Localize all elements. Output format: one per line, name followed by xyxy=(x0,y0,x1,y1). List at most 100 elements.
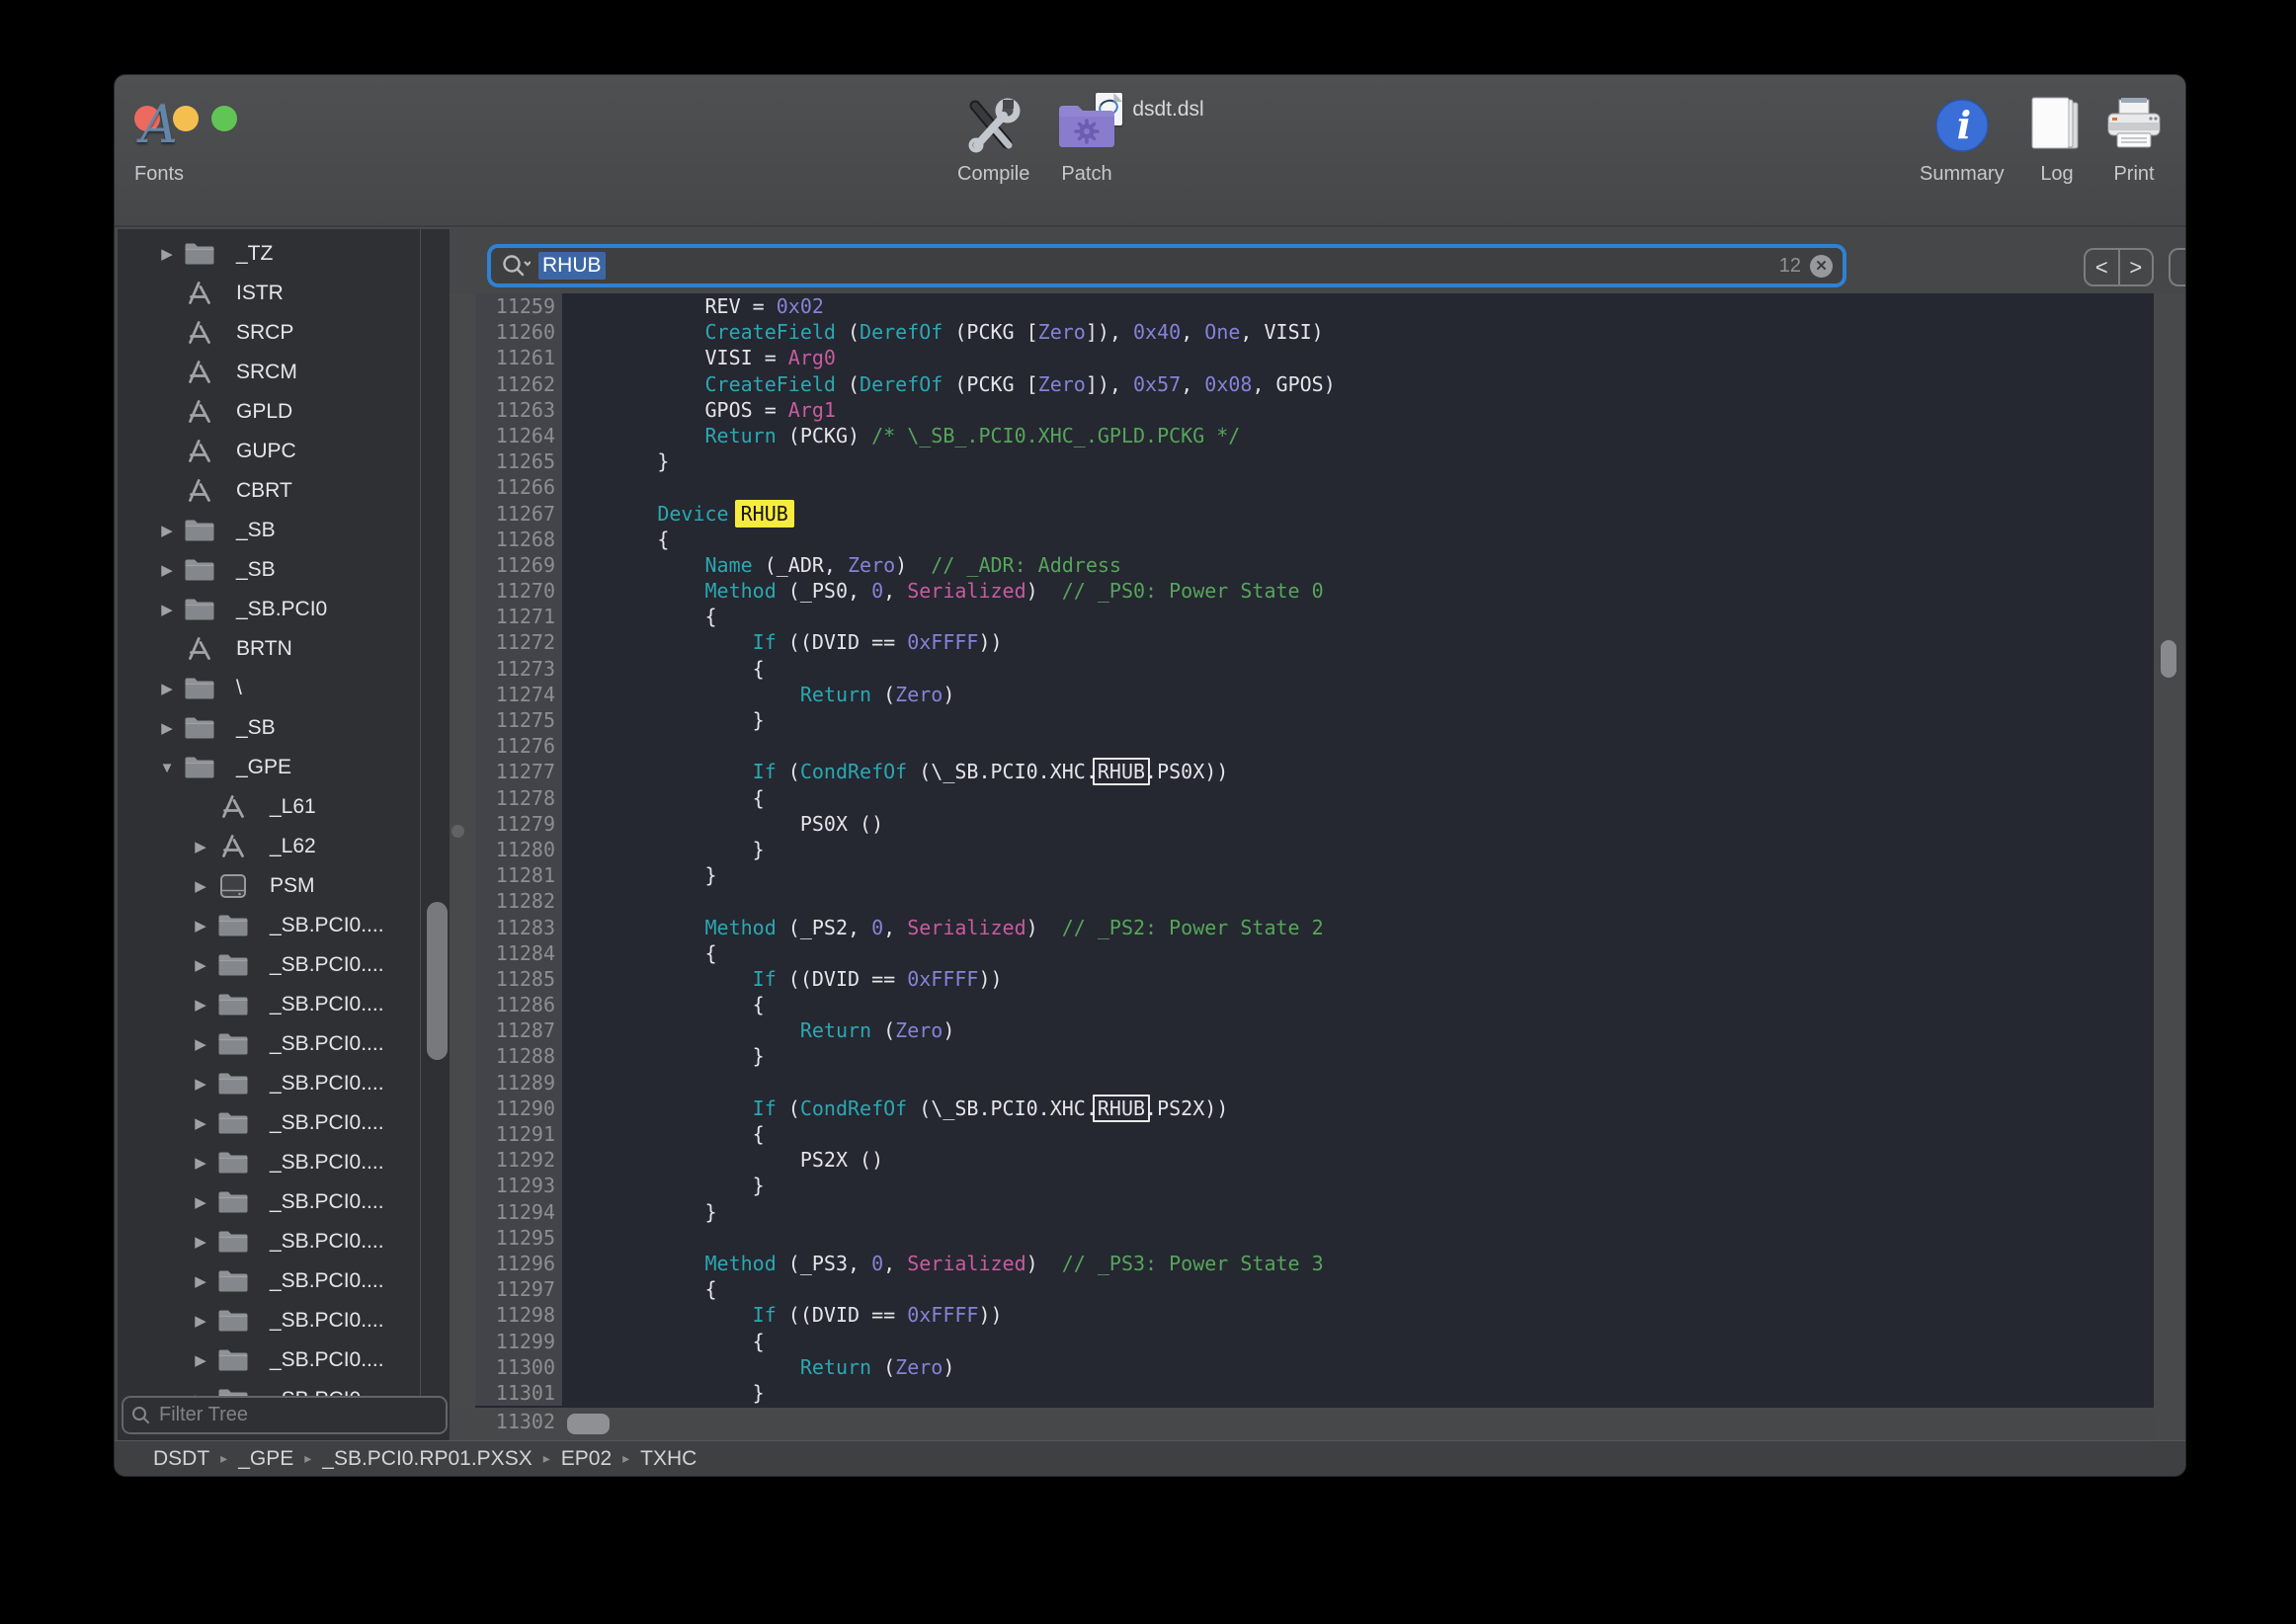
tree-item-[interactable]: ▶\ xyxy=(118,669,450,708)
breadcrumb-item[interactable]: EP02 xyxy=(561,1447,612,1471)
code-line[interactable]: 11262 CreateField (DerefOf (PCKG [Zero])… xyxy=(475,371,2185,397)
disclosure-triangle-icon[interactable]: ▶ xyxy=(191,1154,210,1172)
disclosure-triangle-icon[interactable]: ▶ xyxy=(191,1114,210,1132)
tree-item-_sbpci0[interactable]: ▶_SB.PCI0.... xyxy=(118,906,450,945)
editor-vertical-scrollbar-thumb[interactable] xyxy=(2161,640,2176,678)
breadcrumb-item[interactable]: _SB.PCI0.RP01.PXSX xyxy=(322,1447,532,1471)
code-line[interactable]: 11276 xyxy=(475,733,2185,759)
tree-item-_tz[interactable]: ▶_TZ xyxy=(118,234,450,274)
code-line[interactable]: 11286 { xyxy=(475,992,2185,1017)
editor-horizontal-scrollbar-thumb[interactable] xyxy=(567,1414,610,1434)
code-line[interactable]: 11269 Name (_ADR, Zero) // _ADR: Address xyxy=(475,552,2185,578)
code-line[interactable]: 11300 Return (Zero) xyxy=(475,1354,2185,1380)
splitter-handle[interactable] xyxy=(451,825,464,838)
code-line[interactable]: 11289 xyxy=(475,1070,2185,1096)
compile-toolbar-button[interactable]: Compile xyxy=(957,97,1029,186)
tree-item-_sbpci0[interactable]: ▶_SB.PCI0.... xyxy=(118,985,450,1024)
disclosure-triangle-icon[interactable]: ▶ xyxy=(191,1035,210,1053)
disclosure-triangle-icon[interactable]: ▶ xyxy=(191,1272,210,1290)
disclosure-triangle-icon[interactable]: ▶ xyxy=(157,719,177,737)
code-line[interactable]: 11298 If ((DVID == 0xFFFF)) xyxy=(475,1302,2185,1328)
code-line[interactable]: 11296 Method (_PS3, 0, Serialized) // _P… xyxy=(475,1251,2185,1276)
tree-item-gupc[interactable]: GUPC xyxy=(118,432,450,471)
find-previous-button[interactable]: < xyxy=(2086,250,2120,284)
disclosure-triangle-icon[interactable]: ▶ xyxy=(191,1351,210,1369)
code-line[interactable]: 11294 } xyxy=(475,1199,2185,1225)
code-line[interactable]: 11285 If ((DVID == 0xFFFF)) xyxy=(475,966,2185,992)
filter-tree-input[interactable]: Filter Tree xyxy=(122,1396,448,1434)
code-line[interactable]: 11282 xyxy=(475,888,2185,914)
done-button[interactable]: Done xyxy=(2169,248,2185,286)
disclosure-triangle-icon[interactable]: ▶ xyxy=(157,601,177,618)
clear-search-icon[interactable]: ✕ xyxy=(1810,255,1833,278)
code-line[interactable]: 11265 } xyxy=(475,448,2185,474)
disclosure-triangle-icon[interactable]: ▼ xyxy=(157,760,177,776)
code-line[interactable]: 11287 Return (Zero) xyxy=(475,1017,2185,1043)
tree-item-_l61[interactable]: _L61 xyxy=(118,787,450,827)
tree-item-_sbpci0[interactable]: ▶_SB.PCI0.... xyxy=(118,1024,450,1064)
code-line[interactable]: 11277 If (CondRefOf (\_SB.PCI0.XHC.RHUB.… xyxy=(475,759,2185,784)
tree-item-_gpe[interactable]: ▼_GPE xyxy=(118,748,450,787)
disclosure-triangle-icon[interactable]: ▶ xyxy=(191,917,210,934)
code-line[interactable]: 11260 CreateField (DerefOf (PCKG [Zero])… xyxy=(475,319,2185,345)
tree-item-_sbpci0[interactable]: ▶_SB.PCI0.... xyxy=(118,1222,450,1261)
disclosure-triangle-icon[interactable]: ▶ xyxy=(191,996,210,1014)
code-line[interactable]: 11290 If (CondRefOf (\_SB.PCI0.XHC.RHUB.… xyxy=(475,1096,2185,1121)
code-line[interactable]: 11272 If ((DVID == 0xFFFF)) xyxy=(475,629,2185,655)
code-line[interactable]: 11259 REV = 0x02 xyxy=(475,293,2185,319)
tree-item-cbrt[interactable]: CBRT xyxy=(118,471,450,511)
code-line[interactable]: 11297 { xyxy=(475,1276,2185,1302)
tree-item-brtn[interactable]: BRTN xyxy=(118,629,450,669)
summary-toolbar-button[interactable]: i Summary xyxy=(1920,97,2005,186)
tree-item-_sb[interactable]: ▶_SB xyxy=(118,511,450,550)
disclosure-triangle-icon[interactable]: ▶ xyxy=(191,1312,210,1330)
search-field[interactable]: RHUB 12 ✕ xyxy=(487,244,1846,287)
disclosure-triangle-icon[interactable]: ▶ xyxy=(157,522,177,539)
code-line[interactable]: 11274 Return (Zero) xyxy=(475,682,2185,707)
code-line[interactable]: 11283 Method (_PS2, 0, Serialized) // _P… xyxy=(475,915,2185,940)
code-line[interactable]: 11263 GPOS = Arg1 xyxy=(475,397,2185,423)
disclosure-triangle-icon[interactable]: ▶ xyxy=(191,877,210,895)
tree-item-_sbpci0[interactable]: ▶_SB.PCI0.... xyxy=(118,1103,450,1143)
sidebar-scrollbar-thumb[interactable] xyxy=(427,902,448,1060)
disclosure-triangle-icon[interactable]: ▶ xyxy=(157,680,177,697)
print-toolbar-button[interactable]: Print xyxy=(2104,97,2164,186)
code-line[interactable]: 11295 xyxy=(475,1225,2185,1251)
tree-item-_sbpci0[interactable]: ▶_SB.PCI0.... xyxy=(118,1182,450,1222)
code-line[interactable]: 11293 } xyxy=(475,1173,2185,1198)
tree-item-_sb[interactable]: ▶_SB xyxy=(118,550,450,590)
code-line[interactable]: 11292 PS2X () xyxy=(475,1147,2185,1173)
code-line[interactable]: 11266 xyxy=(475,474,2185,500)
tree-item-psm[interactable]: ▶PSM xyxy=(118,866,450,906)
search-icon[interactable] xyxy=(501,253,531,279)
disclosure-triangle-icon[interactable]: ▶ xyxy=(191,1075,210,1093)
breadcrumb-item[interactable]: DSDT xyxy=(153,1447,209,1471)
disclosure-triangle-icon[interactable]: ▶ xyxy=(191,838,210,855)
code-line[interactable]: 11264 Return (PCKG) /* \_SB_.PCI0.XHC_.G… xyxy=(475,423,2185,448)
code-line[interactable]: 11268 { xyxy=(475,527,2185,552)
code-line[interactable]: 11280 } xyxy=(475,837,2185,862)
tree-item-srcm[interactable]: SRCM xyxy=(118,353,450,392)
tree-item-_sbpci0[interactable]: ▶_SB.PCI0.... xyxy=(118,1340,450,1380)
tree-item-_l62[interactable]: ▶_L62 xyxy=(118,827,450,866)
code-line[interactable]: 11271 { xyxy=(475,604,2185,629)
code-line[interactable]: 11273 { xyxy=(475,656,2185,682)
tree-item-_sbpci0[interactable]: ▶_SB.PCI0.... xyxy=(118,1261,450,1301)
tree-item-_sbpci0[interactable]: ▶_SB.PCI0 xyxy=(118,590,450,629)
code-editor[interactable]: 11259 REV = 0x0211260 CreateField (Deref… xyxy=(475,293,2185,1408)
code-line[interactable]: 11299 { xyxy=(475,1329,2185,1354)
code-line[interactable]: 11278 { xyxy=(475,785,2185,811)
patch-toolbar-button[interactable]: Patch xyxy=(1056,97,1117,186)
tree-item-gpld[interactable]: GPLD xyxy=(118,392,450,432)
disclosure-triangle-icon[interactable]: ▶ xyxy=(191,1193,210,1211)
code-line[interactable]: 11301 } xyxy=(475,1380,2185,1406)
code-line[interactable]: 11261 VISI = Arg0 xyxy=(475,345,2185,370)
code-line[interactable]: 11284 { xyxy=(475,940,2185,966)
disclosure-triangle-icon[interactable]: ▶ xyxy=(157,561,177,579)
code-line[interactable]: 11288 } xyxy=(475,1043,2185,1069)
code-line[interactable]: 11291 { xyxy=(475,1121,2185,1147)
breadcrumb-item[interactable]: _GPE xyxy=(238,1447,293,1471)
code-line[interactable]: 11267 Device RHUB xyxy=(475,501,2185,527)
disclosure-triangle-icon[interactable]: ▶ xyxy=(191,1233,210,1251)
tree-item-_sbpci0[interactable]: ▶_SB.PCI0.... xyxy=(118,1143,450,1182)
